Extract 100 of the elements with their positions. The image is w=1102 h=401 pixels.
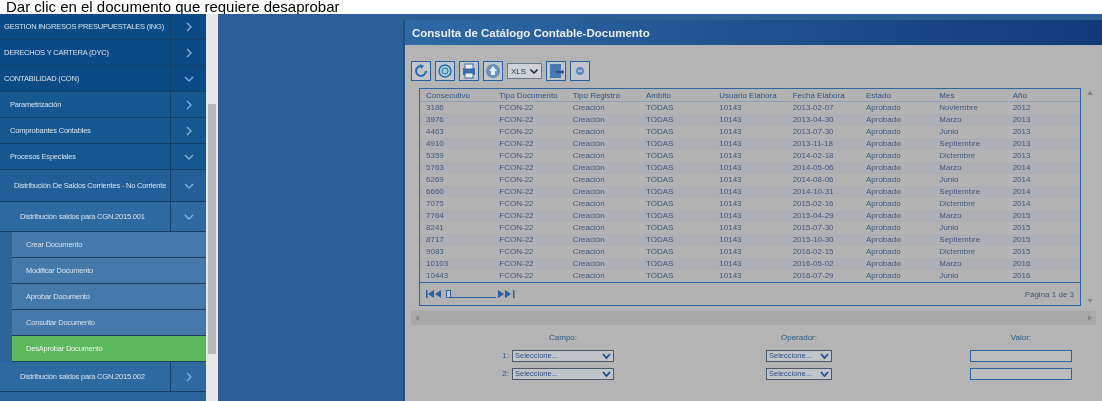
table-cell: FCON-22 — [493, 150, 567, 162]
table-cell: 10143 — [713, 234, 787, 246]
table-cell: FCON-22 — [493, 174, 567, 186]
table-cell: TODAS — [640, 174, 714, 186]
column-header[interactable]: Tipo Documento — [493, 89, 567, 102]
scroll-down-icon[interactable] — [1087, 299, 1093, 303]
table-cell: Creación — [566, 126, 640, 138]
table-cell: Marzo — [933, 210, 1007, 222]
column-header[interactable]: Consecutivo — [420, 89, 494, 102]
table-cell: FCON-22 — [493, 246, 567, 258]
table-cell: 2014 — [1006, 162, 1080, 174]
table-cell: Junio — [933, 222, 1007, 234]
table-cell: 2014 — [1006, 174, 1080, 186]
table-cell: 2016-05-02 — [786, 258, 860, 270]
table-cell: Creación — [566, 101, 640, 114]
table-cell: 2013 — [1006, 138, 1080, 150]
table-cell: 8717 — [420, 234, 494, 246]
table-cell: 10143 — [713, 246, 787, 258]
first-prev-icon[interactable] — [426, 290, 444, 298]
table-cell: 2015 — [1006, 246, 1080, 258]
table-cell: 2014-02-18 — [786, 150, 860, 162]
table-cell: 10143 — [713, 150, 787, 162]
table-cell: 2016 — [1006, 270, 1080, 282]
table-cell: 2015 — [1006, 210, 1080, 222]
table-cell: 2015 — [1006, 234, 1080, 246]
table-cell: Noviembre — [933, 101, 1007, 114]
table-cell: FCON-22 — [493, 186, 567, 198]
table-cell: 10143 — [713, 174, 787, 186]
caret-icon — [820, 370, 829, 377]
column-header[interactable]: Año — [1006, 89, 1080, 102]
sidebar-scrollbar[interactable] — [206, 14, 218, 401]
format-select[interactable]: XLS — [507, 63, 543, 79]
table-cell: TODAS — [640, 222, 714, 234]
table-cell: Creación — [566, 246, 640, 258]
export-document-icon[interactable] — [546, 61, 567, 81]
table-cell: Diciembre — [933, 198, 1007, 210]
table-cell: 4463 — [420, 126, 494, 138]
table-cell: Creación — [566, 174, 640, 186]
instruction-text: Dar clic en el documento que requiere desaprobar — [6, 0, 340, 14]
table-cell: Creación — [566, 150, 640, 162]
page-slider-thumb[interactable] — [446, 290, 451, 298]
table-cell: 10143 — [713, 138, 787, 150]
table-cell: 2016-07-29 — [786, 270, 860, 282]
table-cell: FCON-22 — [493, 114, 567, 126]
table-cell: TODAS — [640, 114, 714, 126]
table-cell: 6660 — [420, 186, 494, 198]
table-cell: 10143 — [713, 162, 787, 174]
table-cell: FCON-22 — [493, 101, 567, 114]
table-cell: FCON-22 — [493, 270, 567, 282]
column-header[interactable]: Estado — [859, 89, 934, 102]
value-input[interactable] — [970, 367, 1072, 380]
table-cell: 10143 — [713, 186, 787, 198]
row-number: 2: — [501, 369, 510, 378]
collapse-icon[interactable] — [570, 61, 591, 81]
table-cell: Creación — [566, 210, 640, 222]
table-cell: 10143 — [713, 270, 787, 282]
column-header[interactable]: Tipo Registro — [566, 89, 640, 102]
scroll-up-icon[interactable] — [1087, 91, 1093, 95]
column-header[interactable]: Usuario Elabora — [713, 89, 787, 102]
table-cell: 10143 — [713, 126, 787, 138]
table-cell: 2016-02-15 — [786, 246, 860, 258]
table-cell: 2012 — [1006, 101, 1080, 114]
table-cell: Creación — [566, 162, 640, 174]
column-header[interactable]: Mes — [933, 89, 1007, 102]
table-cell: 2015-10-30 — [786, 234, 860, 246]
table-cell: TODAS — [640, 150, 714, 162]
caret-icon — [602, 352, 611, 359]
table-cell: 2013-04-30 — [786, 114, 860, 126]
table-cell: Aprobado — [859, 210, 934, 222]
table-cell: 2015-07-30 — [786, 222, 860, 234]
table-cell: 2014 — [1006, 198, 1080, 210]
column-header[interactable]: Fecha Elabora — [786, 89, 860, 102]
table-cell: 10443 — [420, 270, 494, 282]
refresh-icon[interactable] — [411, 61, 431, 81]
table-cell: 2013 — [1006, 150, 1080, 162]
table-cell: 2013 — [1006, 126, 1080, 138]
table-cell: Creación — [566, 186, 640, 198]
upload-icon[interactable] — [483, 61, 503, 81]
table-cell: 2013-02-07 — [786, 101, 860, 114]
horizontal-scrollbar[interactable] — [411, 311, 1096, 325]
table-cell: 2013-07-30 — [786, 126, 860, 138]
table-cell: Creación — [566, 138, 640, 150]
next-last-icon[interactable] — [498, 290, 516, 298]
table-cell: 2015-04-29 — [786, 210, 860, 222]
column-header[interactable]: Ambito — [640, 89, 714, 102]
table-cell: Diciembre — [933, 150, 1007, 162]
table-cell: 10143 — [713, 210, 787, 222]
table-cell: TODAS — [640, 210, 714, 222]
table-cell: Aprobado — [859, 150, 934, 162]
printer-icon[interactable] — [459, 61, 479, 81]
table-cell: Aprobado — [859, 246, 934, 258]
table-cell: 2013 — [1006, 114, 1080, 126]
table-cell: TODAS — [640, 162, 714, 174]
table-cell: FCON-22 — [493, 138, 567, 150]
table-cell: Aprobado — [859, 126, 934, 138]
table-cell: 2014 — [1006, 186, 1080, 198]
table-cell: 4910 — [420, 138, 494, 150]
table-cell: Septiembre — [933, 186, 1007, 198]
table-cell: TODAS — [640, 101, 714, 114]
value-input[interactable] — [970, 349, 1072, 362]
